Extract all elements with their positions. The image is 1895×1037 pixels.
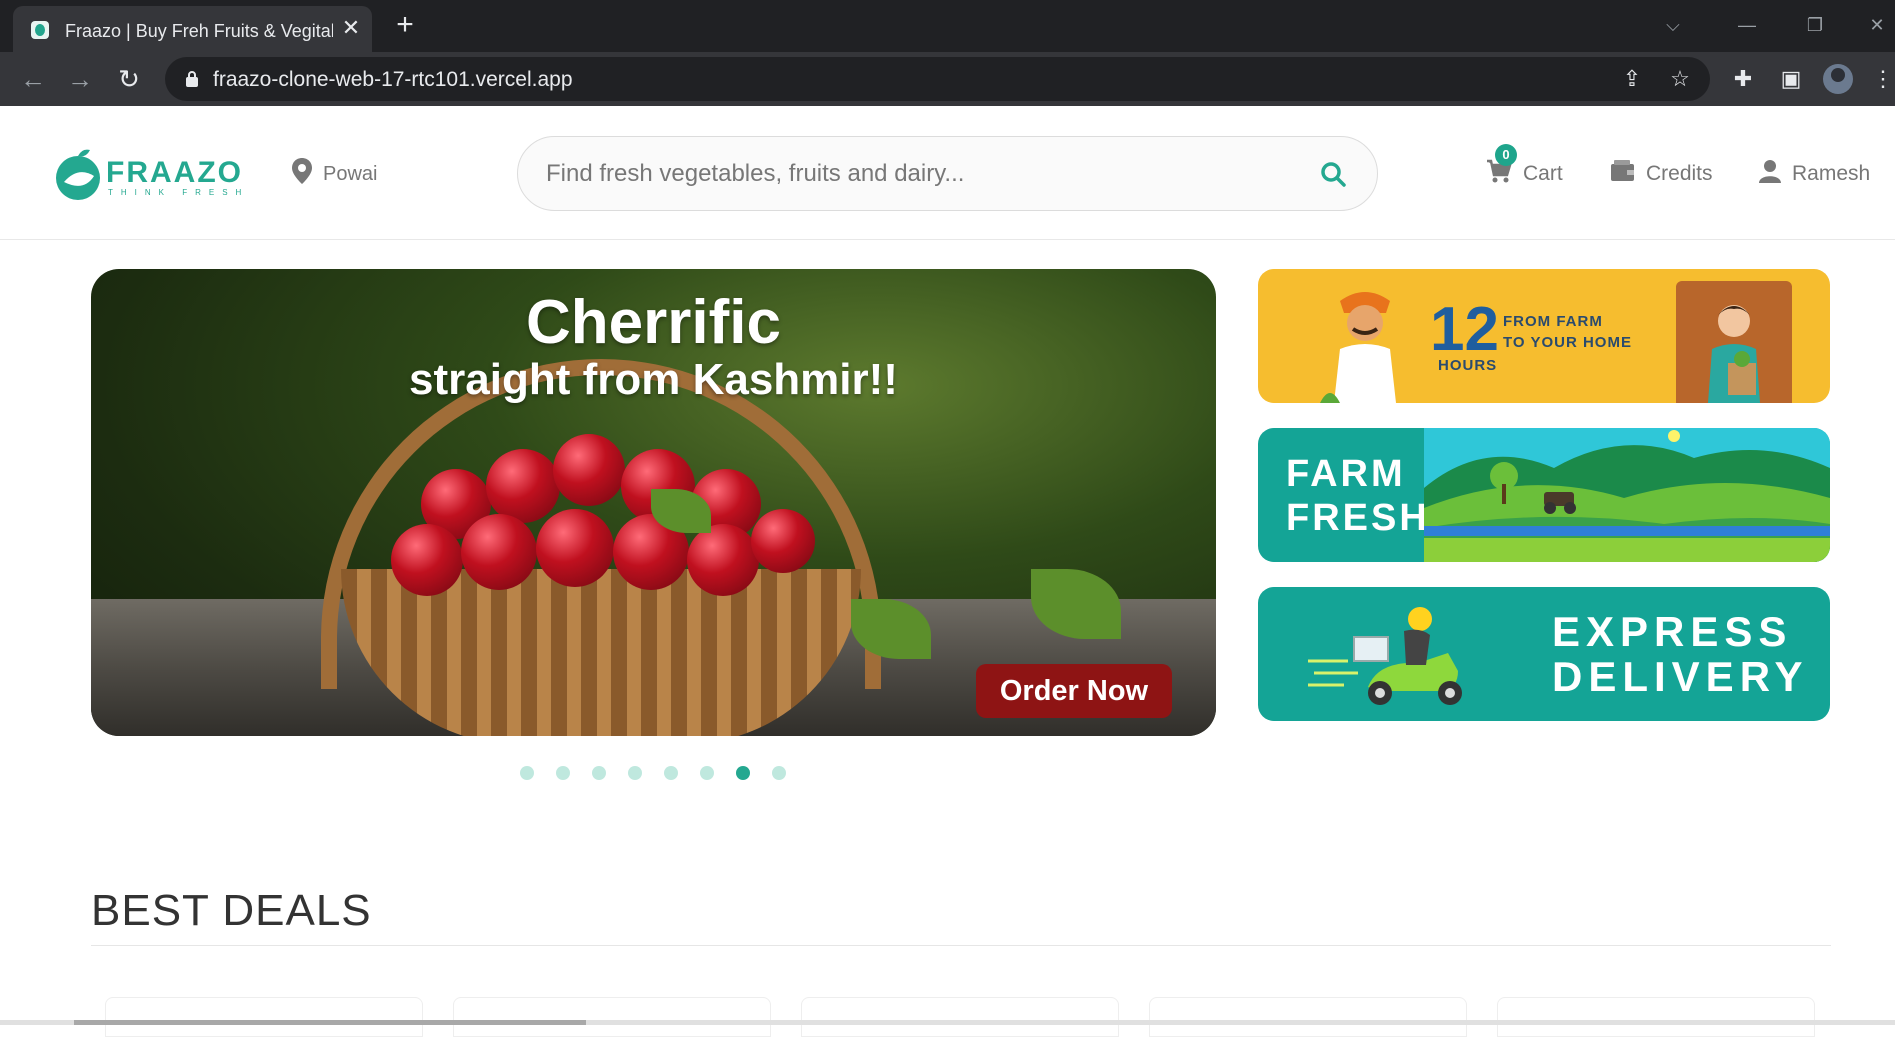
new-tab-button[interactable]: + xyxy=(390,10,420,40)
hours-unit: HOURS xyxy=(1438,357,1498,374)
slider-dot-active[interactable] xyxy=(736,766,750,780)
credits-link[interactable]: Credits xyxy=(1610,158,1720,188)
search-bar xyxy=(517,136,1378,211)
farm-line-2: FRESH xyxy=(1286,497,1430,539)
profile-avatar[interactable] xyxy=(1823,64,1853,94)
extensions-puzzle-icon[interactable]: ✚ xyxy=(1728,64,1758,94)
farm-landscape-icon xyxy=(1424,428,1830,562)
farm-to-home-banner[interactable]: 12 HOURS FROM FARM TO YOUR HOME xyxy=(1258,269,1830,403)
section-divider xyxy=(91,945,1831,946)
cart-count-badge: 0 xyxy=(1495,144,1517,166)
horizontal-scrollbar[interactable] xyxy=(0,1020,1895,1025)
hero-title: Cherrific xyxy=(526,288,781,357)
window-close-button[interactable]: ✕ xyxy=(1862,10,1892,40)
hours-number: 12 xyxy=(1430,295,1499,364)
bookmark-star-icon[interactable]: ☆ xyxy=(1667,66,1693,92)
restore-button[interactable]: ❐ xyxy=(1800,10,1830,40)
side-panel-icon[interactable]: ▣ xyxy=(1776,64,1806,94)
user-account-link[interactable]: Ramesh xyxy=(1757,158,1877,188)
cherry xyxy=(751,509,815,573)
tab-search-icon[interactable]: ⌵ xyxy=(1658,10,1688,40)
wallet-icon xyxy=(1611,160,1634,181)
browser-tab[interactable]: Fraazo | Buy Freh Fruits & Vegitables ✕ xyxy=(13,6,372,52)
express-delivery-text: EXPRESS DELIVERY xyxy=(1552,609,1808,699)
map-pin-icon xyxy=(292,158,312,184)
express-line-2: DELIVERY xyxy=(1552,653,1809,700)
cherry xyxy=(553,434,625,506)
lock-icon xyxy=(186,71,198,87)
browser-menu-icon[interactable]: ⋮ xyxy=(1872,64,1894,94)
deal-card[interactable] xyxy=(453,997,771,1037)
hero-banner-slide[interactable]: Cherrific straight from Kashmir!! Order … xyxy=(91,269,1216,736)
scrollbar-thumb[interactable] xyxy=(74,1020,586,1025)
tab-title: Fraazo | Buy Freh Fruits & Vegitables xyxy=(65,21,333,41)
deal-card[interactable] xyxy=(1149,997,1467,1037)
cherry xyxy=(486,449,560,523)
share-icon[interactable]: ⇪ xyxy=(1619,66,1645,92)
site-favicon-icon xyxy=(31,21,49,39)
credits-label: Credits xyxy=(1646,162,1713,185)
deal-card[interactable] xyxy=(1497,997,1815,1037)
reload-icon[interactable]: ↻ xyxy=(112,62,146,96)
search-input[interactable] xyxy=(546,155,1306,193)
forward-arrow-icon[interactable]: → xyxy=(63,62,97,96)
logo-wordmark: FRAAZO xyxy=(106,156,243,189)
customer-illustration-icon xyxy=(1708,305,1760,403)
farm-fresh-text: FARM FRESH xyxy=(1286,452,1430,540)
browser-toolbar: ← → ↻ fraazo-clone-web-17-rtc101.vercel.… xyxy=(0,52,1895,106)
slider-dot[interactable] xyxy=(628,766,642,780)
farm-line-1: FARM xyxy=(1286,453,1406,495)
cherry xyxy=(687,524,759,596)
hero-subtitle: straight from Kashmir!! xyxy=(409,355,898,404)
user-name: Ramesh xyxy=(1792,162,1871,185)
fraazo-logo[interactable]: FRAAZO THINK FRESH xyxy=(54,142,241,206)
cart-label: Cart xyxy=(1523,162,1563,185)
user-icon xyxy=(1759,160,1781,183)
minimize-button[interactable]: — xyxy=(1732,10,1762,40)
cherry xyxy=(461,514,537,590)
logo-fruit-icon xyxy=(56,149,100,200)
slider-dot[interactable] xyxy=(700,766,714,780)
url-text: fraazo-clone-web-17-rtc101.vercel.app xyxy=(213,68,573,91)
express-line-1: EXPRESS xyxy=(1552,608,1793,655)
slider-dot[interactable] xyxy=(664,766,678,780)
tab-close-icon[interactable]: ✕ xyxy=(339,16,363,40)
logo-tagline: THINK FRESH xyxy=(108,188,250,197)
location-label: Powai xyxy=(323,163,378,185)
order-now-button[interactable]: Order Now xyxy=(976,664,1172,718)
slider-dot[interactable] xyxy=(592,766,606,780)
cherry xyxy=(391,524,463,596)
hours-line-2: TO YOUR HOME xyxy=(1503,334,1632,351)
site-header: FRAAZO THINK FRESH Powai 0 Cart Credi xyxy=(0,106,1895,240)
best-deals-heading: BEST DEALS xyxy=(91,886,372,935)
farm-fresh-banner[interactable]: FARM FRESH xyxy=(1258,428,1830,562)
cherry xyxy=(536,509,614,587)
browser-tabstrip: Fraazo | Buy Freh Fruits & Vegitables ✕ … xyxy=(0,0,1895,52)
slider-dot[interactable] xyxy=(772,766,786,780)
deal-card[interactable] xyxy=(105,997,423,1037)
slider-dot[interactable] xyxy=(556,766,570,780)
doorway-illustration xyxy=(1676,281,1792,403)
cart-link[interactable]: 0 Cart xyxy=(1486,144,1566,188)
hours-line-1: FROM FARM xyxy=(1503,313,1603,330)
address-bar[interactable]: fraazo-clone-web-17-rtc101.vercel.app ⇪ … xyxy=(165,57,1710,101)
express-delivery-banner[interactable]: EXPRESS DELIVERY xyxy=(1258,587,1830,721)
delivery-scooter-icon xyxy=(1308,607,1462,705)
back-arrow-icon[interactable]: ← xyxy=(16,62,50,96)
slider-dot[interactable] xyxy=(520,766,534,780)
deal-card[interactable] xyxy=(801,997,1119,1037)
farmer-illustration-icon xyxy=(1320,292,1396,403)
search-icon[interactable] xyxy=(1318,159,1350,191)
